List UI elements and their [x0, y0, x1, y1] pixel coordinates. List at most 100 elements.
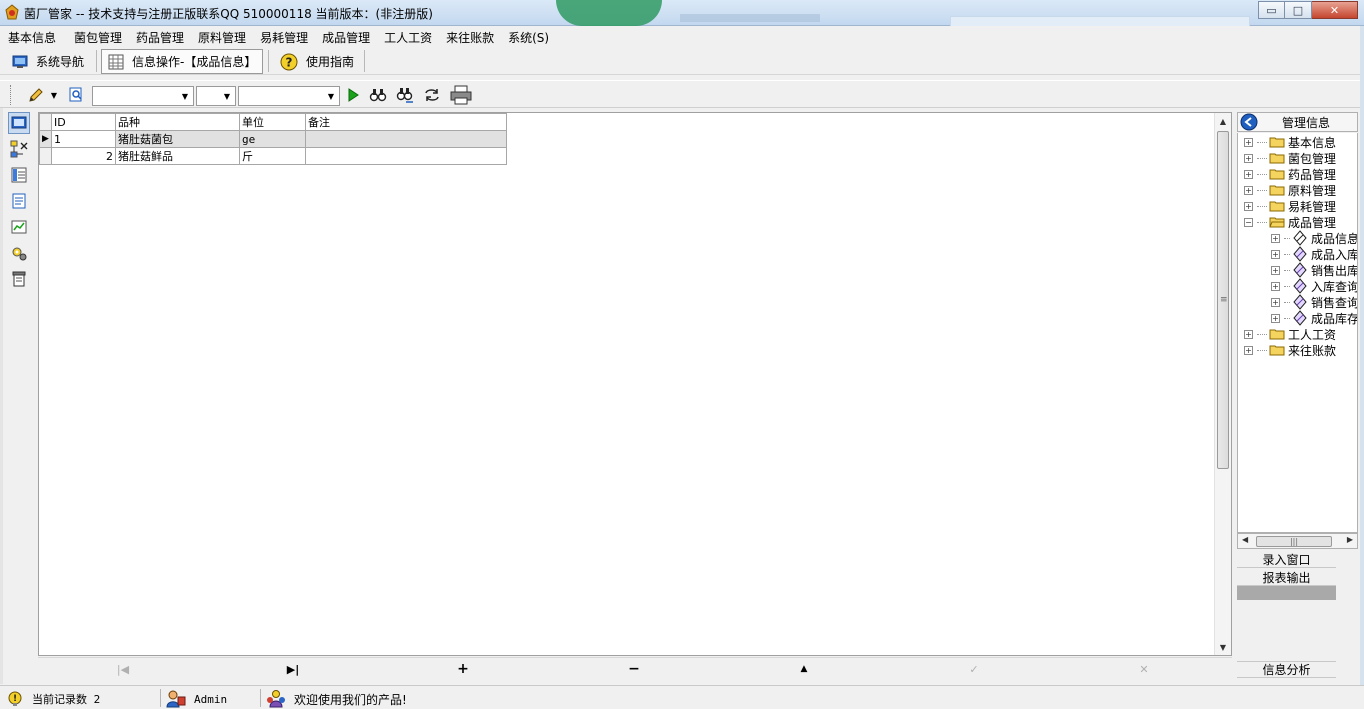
- tree-node-inbound-query[interactable]: + 入库查询: [1271, 278, 1357, 294]
- scroll-down-arrow[interactable]: ▼: [1215, 639, 1231, 655]
- print-button[interactable]: [450, 85, 472, 105]
- folder-icon: [1269, 137, 1285, 148]
- report-output-button[interactable]: 报表输出: [1237, 569, 1336, 586]
- view-form-button[interactable]: [8, 112, 30, 134]
- pencil-dropdown[interactable]: ▼: [48, 85, 60, 105]
- status-welcome: 欢迎使用我们的产品!: [266, 689, 407, 709]
- scroll-up-arrow[interactable]: ▲: [1215, 113, 1231, 129]
- menu-accounts[interactable]: 来往账款: [442, 29, 502, 46]
- horizontal-scrollbar[interactable]: ◀ ||| ▶: [1237, 533, 1358, 549]
- expand-toggle[interactable]: +: [1271, 249, 1280, 259]
- find-button[interactable]: [368, 85, 388, 105]
- toolbar-grip[interactable]: [10, 85, 13, 105]
- info-analysis-button[interactable]: 信息分析: [1237, 661, 1336, 678]
- table-row[interactable]: ▶ 1 猪肚菇菌包 ge: [39, 130, 507, 148]
- nav-delete-button[interactable]: −: [625, 660, 643, 678]
- scroll-left-arrow[interactable]: ◀: [1242, 535, 1248, 544]
- view-archive-button[interactable]: [8, 268, 30, 290]
- cell-note[interactable]: [305, 147, 507, 165]
- expand-toggle[interactable]: +: [1244, 169, 1253, 179]
- tree-node-product-inbound[interactable]: + 成品入库: [1271, 246, 1357, 262]
- nav-post-button[interactable]: ✓: [965, 660, 983, 678]
- cell-unit[interactable]: ge: [239, 130, 306, 148]
- close-button[interactable]: ✕: [1312, 1, 1358, 19]
- nav-edit-button[interactable]: ▲: [795, 660, 813, 678]
- search-filter-button[interactable]: [66, 85, 86, 105]
- expand-toggle[interactable]: +: [1244, 201, 1253, 211]
- nav-last-button[interactable]: ▶|: [284, 660, 302, 678]
- tree-node-sales-query[interactable]: + 销售查询: [1271, 294, 1357, 310]
- expand-toggle[interactable]: +: [1271, 281, 1280, 291]
- tree-node-product-stock[interactable]: + 成品库存: [1271, 310, 1357, 326]
- column-header-unit[interactable]: 单位: [239, 113, 306, 131]
- cell-note[interactable]: [305, 130, 507, 148]
- expand-toggle[interactable]: +: [1271, 297, 1280, 307]
- expand-toggle[interactable]: +: [1244, 345, 1253, 355]
- field-combo[interactable]: ▼: [92, 86, 194, 106]
- column-header-id[interactable]: ID: [51, 113, 116, 131]
- expand-toggle[interactable]: +: [1244, 153, 1253, 163]
- table-row[interactable]: 2 猪肚菇鲜品 斤: [39, 147, 507, 165]
- tree-node-product-management[interactable]: − 成品管理: [1244, 214, 1336, 230]
- expand-toggle[interactable]: +: [1271, 313, 1280, 323]
- cell-id[interactable]: 2: [51, 147, 116, 165]
- run-query-button[interactable]: [343, 85, 363, 105]
- folder-icon: [1269, 201, 1285, 212]
- menu-material-management[interactable]: 原料管理: [194, 29, 254, 46]
- collapse-toggle[interactable]: −: [1244, 217, 1253, 227]
- tree-node-consumable-management[interactable]: + 易耗管理: [1244, 198, 1336, 214]
- view-structure-button[interactable]: [8, 138, 30, 160]
- expand-toggle[interactable]: +: [1271, 265, 1280, 275]
- view-settings-button[interactable]: [8, 242, 30, 264]
- minimize-button[interactable]: ▭: [1258, 1, 1285, 19]
- scroll-thumb[interactable]: |||: [1256, 536, 1332, 547]
- maximize-button[interactable]: □: [1285, 1, 1312, 19]
- view-list-button[interactable]: [8, 164, 30, 186]
- cell-id[interactable]: 1: [51, 130, 116, 148]
- view-chart-button[interactable]: [8, 216, 30, 238]
- tree-connector: [1257, 189, 1267, 191]
- operator-combo[interactable]: ▼: [196, 86, 236, 106]
- menu-consumable-management[interactable]: 易耗管理: [256, 29, 316, 46]
- tab-system-nav[interactable]: 系统导航: [6, 49, 90, 74]
- tree-node-worker-wages[interactable]: + 工人工资: [1244, 326, 1336, 342]
- cell-variety[interactable]: 猪肚菇鲜品: [115, 147, 240, 165]
- nav-cancel-button[interactable]: ✕: [1135, 660, 1153, 678]
- menu-worker-wages[interactable]: 工人工资: [380, 29, 440, 46]
- cell-unit[interactable]: 斤: [239, 147, 306, 165]
- column-header-note[interactable]: 备注: [305, 113, 507, 131]
- expand-toggle[interactable]: +: [1244, 137, 1253, 147]
- tab-user-guide[interactable]: ? 使用指南: [274, 49, 360, 74]
- nav-insert-button[interactable]: +: [454, 660, 472, 678]
- back-arrow-icon[interactable]: [1240, 113, 1258, 131]
- tree-node-medicine-management[interactable]: + 药品管理: [1244, 166, 1336, 182]
- data-grid[interactable]: ID 品种 单位 备注 ▶ 1 猪肚菇菌包 ge 2 猪肚菇鲜品 斤 ▲ ≡ ▼: [38, 112, 1232, 656]
- nav-first-button[interactable]: |◀: [114, 660, 132, 678]
- menu-system[interactable]: 系统(S): [504, 29, 557, 46]
- expand-toggle[interactable]: +: [1244, 185, 1253, 195]
- entry-window-button[interactable]: 录入窗口: [1237, 551, 1336, 568]
- edit-pencil-button[interactable]: [26, 85, 46, 105]
- tree-node-basic-info[interactable]: + 基本信息: [1244, 134, 1336, 150]
- vertical-scrollbar[interactable]: ▲ ≡ ▼: [1214, 113, 1231, 655]
- find-next-button[interactable]: [395, 85, 415, 105]
- value-combo[interactable]: ▼: [238, 86, 340, 106]
- view-document-button[interactable]: [8, 190, 30, 212]
- tree-node-product-info[interactable]: + 成品信息: [1271, 230, 1357, 246]
- menu-basic-info[interactable]: 基本信息: [4, 29, 64, 46]
- menu-medicine-management[interactable]: 药品管理: [132, 29, 192, 46]
- menu-bag-management[interactable]: 菌包管理: [70, 29, 130, 46]
- tool-icon: [1293, 262, 1307, 278]
- tree-node-sales-outbound[interactable]: + 销售出库: [1271, 262, 1357, 278]
- expand-toggle[interactable]: +: [1271, 233, 1280, 243]
- column-header-variety[interactable]: 品种: [115, 113, 240, 131]
- scroll-right-arrow[interactable]: ▶: [1347, 535, 1353, 544]
- tree-node-bag-management[interactable]: + 菌包管理: [1244, 150, 1336, 166]
- expand-toggle[interactable]: +: [1244, 329, 1253, 339]
- menu-product-management[interactable]: 成品管理: [318, 29, 378, 46]
- tab-info-operation[interactable]: 信息操作-【成品信息】: [101, 49, 264, 74]
- refresh-button[interactable]: [422, 85, 442, 105]
- tree-node-accounts[interactable]: + 来往账款: [1244, 342, 1336, 358]
- cell-variety[interactable]: 猪肚菇菌包: [115, 130, 240, 148]
- tree-node-material-management[interactable]: + 原料管理: [1244, 182, 1336, 198]
